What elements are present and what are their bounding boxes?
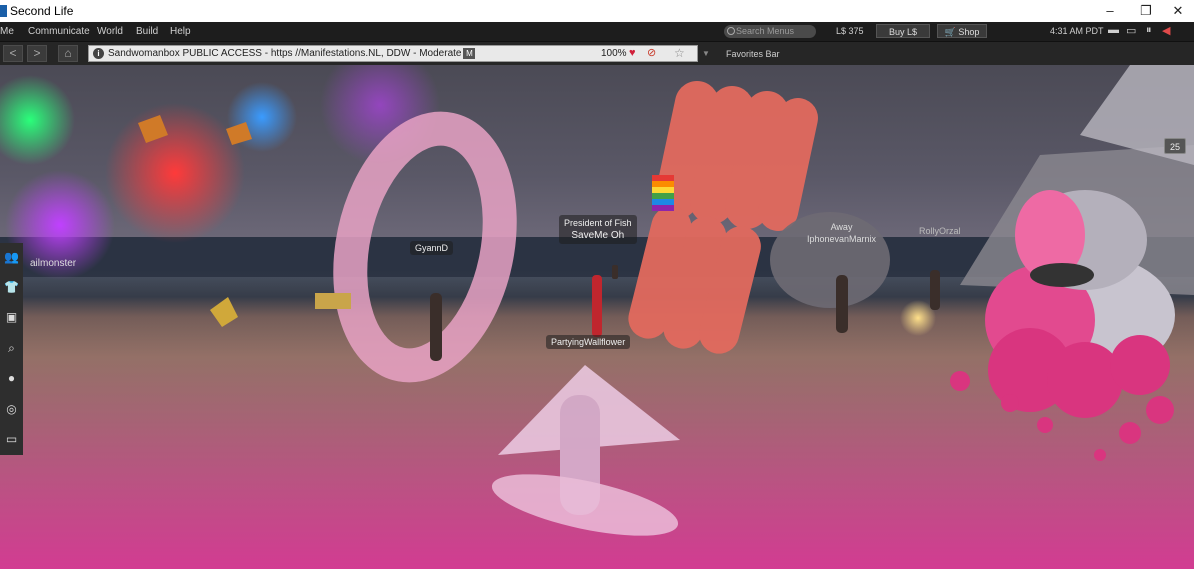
away-status: Away bbox=[830, 222, 853, 232]
menu-build[interactable]: Build bbox=[136, 26, 158, 37]
name-tag-partyingwallflower[interactable]: PartyingWallflower bbox=[546, 335, 631, 349]
avatar-icon[interactable]: ● bbox=[2, 366, 21, 390]
heart-icon[interactable]: ♥ bbox=[629, 46, 636, 61]
menu-bar: Me Communicate World Build Help Search M… bbox=[0, 22, 1194, 41]
back-button[interactable]: < bbox=[3, 45, 23, 62]
cart-icon: 🛒 bbox=[944, 27, 959, 37]
shop-button[interactable]: 🛒 Shop bbox=[937, 24, 987, 38]
location-text[interactable]: Sandwomanbox PUBLIC ACCESS - https //Man… bbox=[108, 46, 476, 61]
scene-art bbox=[0, 65, 1194, 569]
favorite-star-icon[interactable]: ☆ bbox=[674, 46, 685, 61]
menu-communicate[interactable]: Communicate bbox=[28, 26, 90, 37]
world-viewport[interactable]: ailmonster GyannD President of Fish Save… bbox=[0, 65, 1194, 569]
zoom-level[interactable]: 100% bbox=[601, 46, 627, 61]
name-tag-iphonevanmarnix[interactable]: Away IphonevanMarnix bbox=[802, 219, 881, 247]
appearance-icon[interactable]: 👕 bbox=[2, 275, 21, 299]
menu-me[interactable]: Me bbox=[0, 26, 14, 37]
snapshot-icon[interactable]: ▭ bbox=[2, 427, 21, 451]
avatar-name: SaveMe Oh bbox=[571, 230, 625, 241]
buy-currency-button[interactable]: Buy L$ bbox=[876, 24, 930, 38]
left-toolbar: 👥 👕 ▣ ⌕ ● ◎ ▭ bbox=[0, 243, 23, 455]
inventory-icon[interactable]: ▣ bbox=[2, 305, 21, 329]
shop-label: Shop bbox=[958, 27, 980, 37]
menu-world[interactable]: World bbox=[97, 26, 123, 37]
app-logo-icon bbox=[0, 5, 7, 17]
search-menus-placeholder: Search Menus bbox=[736, 26, 795, 36]
firework-green bbox=[0, 75, 75, 165]
home-button[interactable]: ⌂ bbox=[58, 45, 78, 62]
no-scripts-icon[interactable]: ⊘ bbox=[647, 46, 656, 61]
location-name: Sandwomanbox PUBLIC ACCESS - https //Man… bbox=[108, 48, 462, 59]
rainbow-flag bbox=[652, 175, 674, 211]
window-titlebar: Second Life – ❐ ✕ bbox=[0, 0, 1194, 22]
info-icon[interactable]: i bbox=[93, 48, 104, 59]
navigation-bar: < > ⌂ i Sandwomanbox PUBLIC ACCESS - htt… bbox=[0, 41, 1194, 65]
monitor-icon[interactable]: ▭ bbox=[1126, 24, 1136, 37]
firework-red bbox=[105, 103, 245, 243]
name-tag-ailmonster[interactable]: ailmonster bbox=[25, 256, 81, 271]
group-title: President of Fish bbox=[564, 218, 632, 228]
nearby-count-badge[interactable]: 25 bbox=[1164, 138, 1186, 154]
search-icon bbox=[727, 27, 735, 35]
search-menus-input[interactable]: Search Menus bbox=[724, 25, 816, 38]
name-tag-gyannd[interactable]: GyannD bbox=[410, 241, 454, 255]
favorites-bar: Favorites Bar bbox=[726, 49, 780, 59]
window-title: Second Life bbox=[10, 4, 74, 18]
audio-icon[interactable]: ◀ bbox=[1162, 24, 1170, 37]
clock: 4:31 AM PDT bbox=[1050, 26, 1104, 36]
location-dropdown-icon[interactable]: ▼ bbox=[702, 49, 710, 58]
maximize-button[interactable]: ❐ bbox=[1138, 3, 1154, 19]
name-tag-rollyorzal[interactable]: RollyOrzal bbox=[914, 224, 966, 238]
name-tag-saveme-oh[interactable]: President of Fish SaveMe Oh bbox=[559, 215, 637, 244]
crates bbox=[315, 293, 351, 309]
forward-button[interactable]: > bbox=[27, 45, 47, 62]
menu-help[interactable]: Help bbox=[170, 26, 191, 37]
video-icon[interactable]: ▬ bbox=[1108, 24, 1119, 36]
avatar-name: IphonevanMarnix bbox=[807, 234, 877, 244]
pause-icon[interactable]: ⏸ bbox=[1146, 24, 1152, 37]
minimize-button[interactable]: – bbox=[1102, 3, 1118, 19]
close-button[interactable]: ✕ bbox=[1170, 3, 1186, 19]
maturity-badge: M bbox=[463, 47, 476, 59]
location-bar[interactable]: i Sandwomanbox PUBLIC ACCESS - https //M… bbox=[88, 45, 698, 62]
search-icon[interactable]: ⌕ bbox=[2, 336, 21, 360]
voice-icon[interactable]: ◎ bbox=[2, 397, 21, 421]
linden-balance[interactable]: L$ 375 bbox=[836, 26, 864, 36]
people-icon[interactable]: 👥 bbox=[2, 245, 21, 269]
